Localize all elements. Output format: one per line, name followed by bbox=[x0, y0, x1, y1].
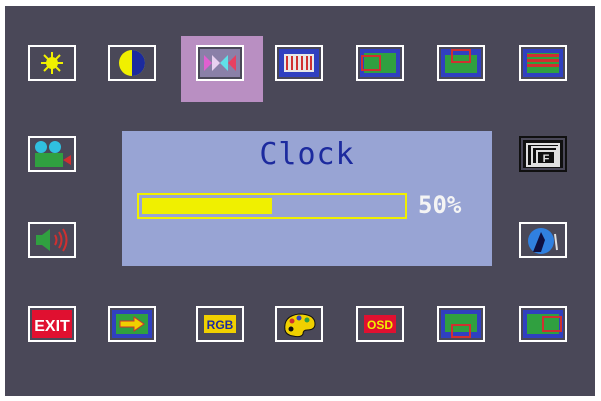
v-position-icon[interactable] bbox=[437, 45, 485, 81]
clock-progress-fill bbox=[142, 198, 272, 214]
phase-icon[interactable] bbox=[275, 45, 323, 81]
h-position-icon[interactable] bbox=[356, 45, 404, 81]
clock-progress-value: 50% bbox=[418, 191, 462, 219]
rgb-label: RGB bbox=[207, 318, 234, 332]
auto-adjust-glyph bbox=[528, 228, 558, 254]
clock-progress-bar[interactable] bbox=[137, 193, 407, 219]
brightness-icon[interactable] bbox=[28, 45, 76, 81]
auto-adjust-icon[interactable] bbox=[519, 222, 567, 258]
phase-glyph bbox=[279, 49, 319, 77]
aspect-glyph: F bbox=[523, 140, 563, 168]
rgb-glyph: RGB bbox=[204, 315, 236, 333]
clock-icon[interactable] bbox=[196, 45, 244, 81]
contrast-icon[interactable] bbox=[108, 45, 156, 81]
aspect-f-label: F bbox=[543, 153, 550, 165]
exit-icon[interactable]: EXIT bbox=[28, 306, 76, 342]
osd-label: OSD bbox=[367, 318, 393, 332]
volume-glyph bbox=[36, 228, 68, 252]
brightness-glyph bbox=[41, 52, 63, 74]
osd-icon[interactable]: OSD bbox=[356, 306, 404, 342]
aspect-icon[interactable]: F bbox=[519, 136, 567, 172]
volume-icon[interactable] bbox=[28, 222, 76, 258]
osd-adjust-panel: Clock 50% bbox=[122, 131, 492, 266]
size-icon[interactable] bbox=[519, 45, 567, 81]
osd-title: Clock bbox=[259, 137, 355, 172]
v-position-glyph bbox=[441, 49, 481, 77]
color-palette-glyph bbox=[284, 313, 316, 338]
v-position-down-icon[interactable] bbox=[437, 306, 485, 342]
color-palette-icon[interactable] bbox=[275, 306, 323, 342]
input-source-glyph bbox=[112, 310, 152, 338]
video-input-glyph bbox=[35, 141, 71, 167]
rgb-icon[interactable]: RGB bbox=[196, 306, 244, 342]
contrast-glyph bbox=[119, 50, 145, 76]
size-glyph bbox=[523, 49, 563, 77]
exit-glyph: EXIT bbox=[32, 310, 72, 338]
clock-glyph bbox=[200, 49, 240, 77]
h-position-right-glyph bbox=[523, 310, 563, 338]
osd-glyph: OSD bbox=[364, 315, 396, 333]
h-position-right-icon[interactable] bbox=[519, 306, 567, 342]
h-position-glyph bbox=[360, 49, 400, 77]
exit-label: EXIT bbox=[34, 318, 70, 335]
input-source-icon[interactable] bbox=[108, 306, 156, 342]
video-input-icon[interactable] bbox=[28, 136, 76, 172]
v-position-down-glyph bbox=[441, 310, 481, 338]
